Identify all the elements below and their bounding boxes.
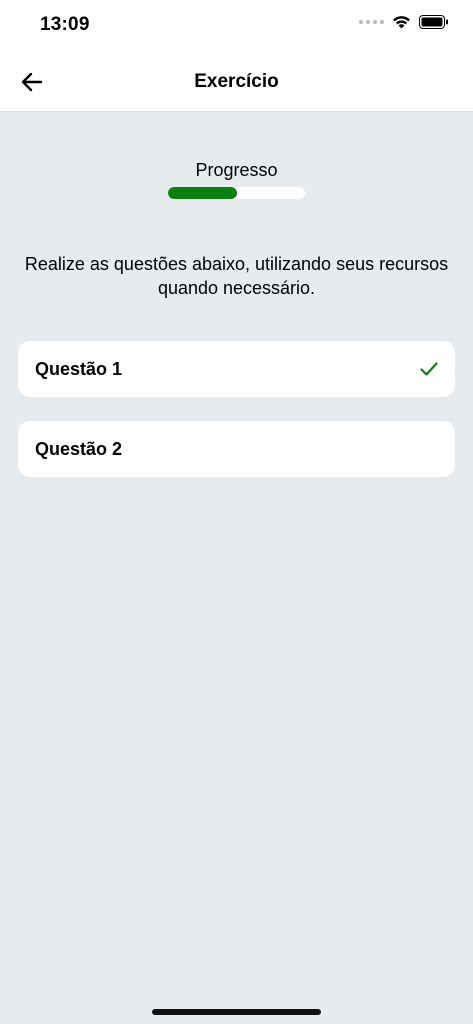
page-title: Exercício (194, 71, 279, 92)
home-indicator (152, 1009, 321, 1015)
question-card-2[interactable]: Questão 2 (18, 421, 455, 477)
question-card-1[interactable]: Questão 1 (18, 341, 455, 397)
status-icons (359, 15, 449, 29)
instructions-text: Realize as questões abaixo, utilizando s… (24, 254, 449, 298)
question-label: Questão 2 (35, 439, 123, 459)
progress-bar (168, 187, 305, 199)
navigation-bar: Exercício (0, 52, 473, 112)
cellular-signal-icon (359, 20, 384, 24)
progress-bar-fill (168, 187, 237, 199)
question-label: Questão 1 (35, 359, 123, 379)
status-time: 13:09 (40, 14, 90, 35)
wifi-icon (393, 16, 410, 29)
progress-label: Progresso (195, 160, 278, 180)
status-bar: 13:09 (0, 0, 473, 52)
battery-icon (419, 15, 448, 29)
check-icon (420, 362, 438, 376)
